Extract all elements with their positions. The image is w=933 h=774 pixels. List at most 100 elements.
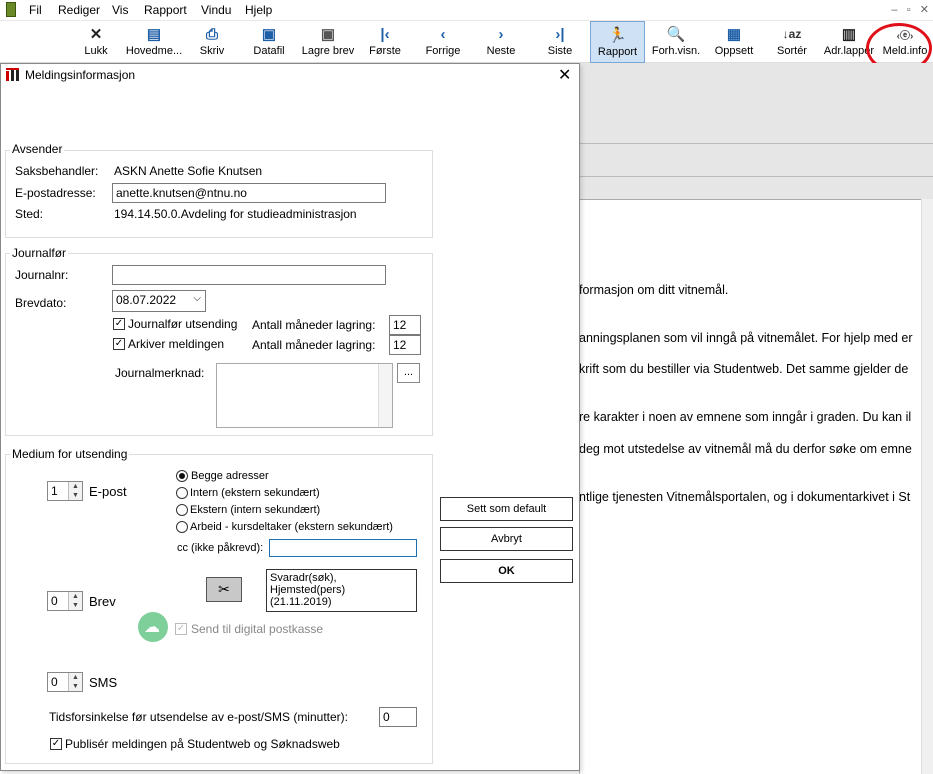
radio-external-label: Ekstern (intern sekundært): [190, 504, 321, 516]
scissors-button[interactable]: ✂: [206, 577, 242, 602]
preview-button[interactable]: 🔍 Forh.visn.: [648, 21, 704, 63]
email-count-stepper[interactable]: 1 ▲ ▼: [47, 481, 83, 501]
radio-external[interactable]: [176, 504, 188, 516]
email-field[interactable]: anette.knutsen@ntnu.no: [112, 183, 386, 203]
journal-legend: Journalfør: [10, 246, 69, 260]
previous-button[interactable]: ‹ Forrige: [420, 21, 466, 63]
remark-label: Journalmerknad:: [115, 366, 205, 380]
chevron-down-icon: ⌵: [193, 293, 201, 304]
message-info-dialog: Meldingsinformasjon ✕ Avsender Saksbehan…: [0, 63, 580, 771]
scissors-icon: ✂: [218, 581, 230, 597]
letter-medium-label: Brev: [89, 594, 116, 609]
datafile-button[interactable]: ▣ Datafil: [247, 21, 291, 63]
handler-label: Saksbehandler:: [15, 164, 99, 178]
next-icon: ›: [498, 25, 504, 43]
digital-mailbox-checkbox[interactable]: ✓: [175, 623, 187, 635]
menu-hjelp[interactable]: Hjelp: [245, 3, 272, 17]
radio-work-label: Arbeid - kursdeltaker (ekstern sekundært…: [190, 521, 393, 533]
first-button[interactable]: |‹ Første: [363, 21, 407, 63]
menu-vis[interactable]: Vis: [112, 3, 128, 17]
save-letter-button[interactable]: ▣ Lagre brev: [298, 21, 358, 63]
medium-legend: Medium for utsending: [10, 447, 130, 461]
first-icon: |‹: [380, 25, 390, 43]
toolbar: ✕ Lukk ▤ Hovedme... ⎙ Skriv ▣ Datafil ▣ Lagre…: [0, 21, 933, 73]
report-button[interactable]: 🏃 Rapport: [590, 21, 645, 63]
main-menu-icon: ▤: [146, 26, 162, 43]
remark-textarea[interactable]: [216, 363, 393, 428]
stepper-arrows-icon[interactable]: ▲ ▼: [68, 482, 82, 500]
restore-icon[interactable]: ▫: [907, 4, 911, 16]
email-medium-label: E-post: [89, 484, 127, 499]
menu-bar: Fil Rediger Vis Rapport Vindu Hjelp – ▫ …: [0, 0, 933, 21]
months-label-1: Antall måneder lagring:: [252, 318, 376, 332]
menu-rapport[interactable]: Rapport: [144, 3, 187, 17]
sms-count-stepper[interactable]: 0 ▲ ▼: [47, 672, 83, 692]
workspace-bar: [579, 143, 933, 165]
menu-rediger[interactable]: Rediger: [58, 3, 100, 17]
ok-button[interactable]: OK: [440, 559, 573, 583]
cc-field[interactable]: [269, 539, 417, 557]
close-window-icon[interactable]: ✕: [920, 4, 929, 16]
place-value: 194.14.50.0.Avdeling for studieadministr…: [114, 207, 357, 221]
remark-browse-button[interactable]: ...: [397, 363, 420, 383]
date-value: 08.07.2022: [116, 293, 177, 307]
save-letter-icon: ▣: [320, 26, 336, 43]
dialog-close-icon[interactable]: ✕: [558, 65, 571, 85]
publish-checkbox[interactable]: ✓: [50, 738, 62, 750]
date-label: Brevdato:: [15, 296, 67, 310]
sort-icon: ↓az: [782, 27, 802, 41]
radio-work[interactable]: [176, 521, 188, 533]
print-button[interactable]: ⎙ Skriv: [190, 21, 234, 63]
archive-label: Arkiver meldingen: [128, 337, 225, 351]
document-line: anningsplanen som vil inngå på vitnemåle…: [579, 331, 913, 345]
previous-icon: ‹: [440, 25, 446, 43]
menu-vindu[interactable]: Vindu: [201, 3, 231, 17]
radio-internal[interactable]: [176, 487, 188, 499]
document-line: re karakter i noen av emnene som inngår …: [579, 410, 912, 424]
menu-fil[interactable]: Fil: [29, 3, 42, 17]
window-controls[interactable]: – ▫ ✕: [891, 3, 929, 16]
set-default-button[interactable]: Sett som default: [440, 497, 573, 521]
sms-medium-label: SMS: [89, 675, 118, 690]
journalnr-field[interactable]: [112, 265, 386, 285]
journal-send-checkbox[interactable]: ✓: [113, 318, 125, 330]
remark-scrollbar[interactable]: [378, 364, 392, 427]
workspace-bar-2: [579, 176, 933, 198]
delay-label: Tidsforsinkelse før utsendelse av e-post…: [49, 710, 348, 724]
months-label-2: Antall måneder lagring:: [252, 338, 376, 352]
months-field-1[interactable]: 12: [389, 315, 421, 335]
close-button[interactable]: ✕ Lukk: [72, 21, 120, 63]
printer-icon: ⎙: [205, 25, 218, 43]
delay-field[interactable]: 0: [379, 707, 417, 727]
stepper-arrows-icon[interactable]: ▲ ▼: [68, 673, 82, 691]
document-line: deg mot utstedelse av vitnemål må du der…: [579, 442, 912, 456]
cc-label: cc (ikke påkrevd):: [177, 542, 264, 554]
report-icon: 🏃: [608, 27, 627, 44]
months-field-2[interactable]: 12: [389, 335, 421, 355]
last-button[interactable]: ›| Siste: [538, 21, 582, 63]
close-icon: ✕: [89, 26, 103, 43]
stepper-arrows-icon[interactable]: ▲ ▼: [68, 592, 82, 610]
minimize-icon[interactable]: –: [891, 4, 897, 16]
last-icon: ›|: [555, 25, 565, 43]
document-scrollbar[interactable]: [921, 199, 933, 774]
letter-count-stepper[interactable]: 0 ▲ ▼: [47, 591, 83, 611]
journal-send-label: Journalfør utsending: [128, 317, 238, 331]
digital-mailbox-label: Send til digital postkasse: [191, 622, 324, 636]
journalnr-label: Journalnr:: [15, 268, 69, 282]
cancel-button[interactable]: Avbryt: [440, 527, 573, 551]
radio-both-addresses[interactable]: [176, 470, 188, 482]
dialog-app-icon: [6, 68, 19, 81]
place-label: Sted:: [15, 207, 44, 221]
main-menu-button[interactable]: ▤ Hovedme...: [123, 21, 185, 63]
archive-checkbox[interactable]: ✓: [113, 338, 125, 350]
document-line: krift som du bestiller via Studentweb. D…: [579, 362, 909, 376]
next-button[interactable]: › Neste: [478, 21, 524, 63]
sender-legend: Avsender: [10, 142, 65, 156]
date-picker[interactable]: 08.07.2022 ⌵: [112, 290, 206, 312]
cloud-icon: ☁: [138, 612, 168, 642]
setup-button[interactable]: ▦ Oppsett: [710, 21, 758, 63]
sort-button[interactable]: ↓az Sortér: [770, 21, 814, 63]
handler-value: ASKN Anette Sofie Knutsen: [114, 164, 263, 178]
radio-internal-label: Intern (ekstern sekundært): [190, 487, 320, 499]
